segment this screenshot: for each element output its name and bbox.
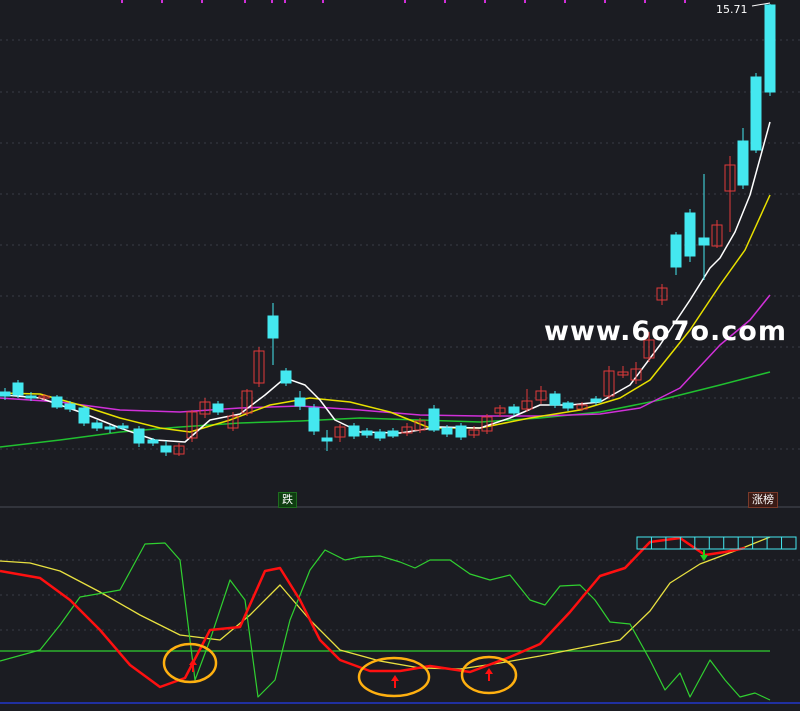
candle-body	[750, 76, 762, 151]
down-candle	[78, 406, 90, 426]
chart-canvas[interactable]	[0, 0, 800, 707]
candle-body	[684, 212, 696, 257]
candle-body	[25, 395, 37, 399]
candle-body	[361, 430, 373, 436]
red-up-arrow-icon	[391, 675, 399, 688]
candle-body	[698, 237, 710, 246]
candle-body	[64, 403, 76, 410]
candle-body	[374, 431, 386, 439]
candle-body	[104, 426, 116, 430]
top-ticks	[121, 0, 771, 7]
up-candle	[617, 366, 629, 378]
up-candle	[656, 284, 668, 305]
down-candle	[764, 4, 776, 96]
signal-box-frame	[636, 536, 797, 550]
candle-body	[160, 445, 172, 453]
candle-body	[549, 393, 561, 406]
up-candle	[711, 220, 723, 248]
down-candle	[455, 423, 467, 440]
candle-body	[590, 398, 602, 403]
limit-up-tag: 涨榜	[748, 492, 778, 508]
down-candle	[549, 391, 561, 408]
candle-body	[133, 428, 145, 444]
down-candle	[348, 423, 360, 439]
up-candle	[494, 405, 506, 417]
last-price-label: 15.71	[716, 3, 748, 16]
candle-body	[348, 425, 360, 437]
down-candle	[91, 420, 103, 431]
candle-body	[147, 439, 159, 444]
red-up-arrow-icon	[485, 668, 493, 681]
down-candle	[698, 174, 710, 280]
up-candle	[603, 366, 615, 399]
candle-body	[280, 370, 292, 384]
down-candle	[133, 426, 145, 447]
candle-body	[508, 406, 520, 414]
down-candle	[160, 441, 172, 456]
down-candle	[294, 391, 306, 410]
candle-body	[51, 396, 63, 408]
up-candle	[199, 398, 211, 418]
stock-chart-window: 15.71 www.6o7o.com 跌 涨榜	[0, 0, 800, 707]
candle-body	[0, 391, 11, 397]
oscillator-lines	[0, 536, 771, 701]
down-candle	[147, 438, 159, 446]
candlestick-series	[0, 4, 776, 456]
candle-body	[212, 403, 224, 413]
candle-body	[737, 140, 749, 186]
candle-body	[562, 402, 574, 409]
up-candle	[521, 389, 533, 412]
down-candle	[428, 405, 440, 432]
candle-body	[764, 4, 776, 93]
down-candle	[308, 404, 320, 435]
fall-tag: 跌	[278, 492, 297, 508]
candle-body	[670, 234, 682, 268]
candle-body	[321, 437, 333, 442]
arrow-head	[485, 668, 493, 674]
down-candle	[750, 73, 762, 153]
down-candle	[670, 232, 682, 275]
ma-yellow-line	[0, 194, 771, 433]
green-oscillator-line	[0, 542, 771, 701]
signal-grid-box	[636, 536, 797, 550]
watermark-text: www.6o7o.com	[544, 316, 787, 347]
arrow-head	[700, 555, 708, 561]
down-candle	[212, 401, 224, 415]
up-candle	[334, 424, 346, 442]
down-candle	[267, 303, 279, 365]
down-candle	[684, 209, 696, 262]
down-candle	[387, 428, 399, 438]
down-candle	[280, 368, 292, 386]
down-candle	[562, 401, 574, 411]
down-candle	[361, 428, 373, 438]
ma-white-line	[4, 121, 771, 443]
down-candle	[51, 395, 63, 409]
signal-markers	[162, 550, 708, 698]
candle-body	[308, 407, 320, 432]
down-candle	[737, 128, 749, 189]
candle-body	[387, 430, 399, 437]
arrow-head	[391, 675, 399, 681]
up-candle	[253, 347, 265, 387]
candle-body	[12, 382, 24, 396]
down-candle	[12, 380, 24, 398]
down-candle	[374, 429, 386, 441]
highlight-circle	[162, 642, 218, 684]
candle-body	[441, 427, 453, 435]
down-candle	[117, 423, 129, 430]
candle-body	[117, 425, 129, 429]
candle-body	[455, 425, 467, 438]
down-candle	[321, 430, 333, 451]
up-candle	[401, 423, 413, 436]
candle-body	[267, 315, 279, 339]
candle-body	[78, 407, 90, 424]
candle-body	[294, 397, 306, 407]
up-candle	[535, 386, 547, 404]
candle-body	[91, 422, 103, 429]
candle-body	[428, 408, 440, 431]
